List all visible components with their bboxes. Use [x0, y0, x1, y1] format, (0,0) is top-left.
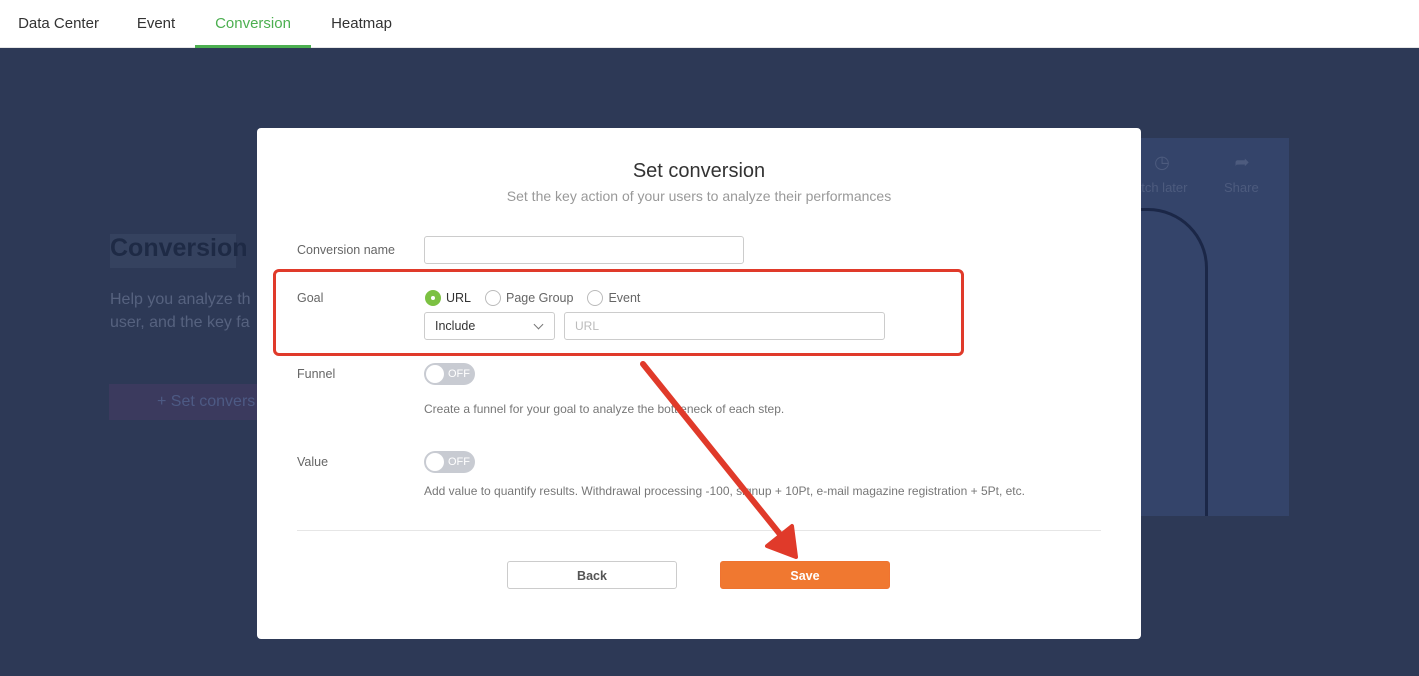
back-button[interactable]: Back: [507, 561, 677, 589]
toggle-state: OFF: [448, 456, 470, 468]
tab-label: Conversion: [215, 15, 291, 32]
tab-data-center[interactable]: Data Center: [0, 0, 117, 48]
set-conversion-button: + Set convers: [109, 384, 269, 420]
toggle-knob: [426, 453, 444, 471]
modal-subtitle: Set the key action of your users to anal…: [506, 188, 892, 204]
top-nav: Data Center Event Conversion Heatmap: [0, 0, 1419, 48]
save-button[interactable]: Save: [720, 561, 890, 589]
tab-label: Event: [136, 15, 176, 32]
page-description-line: user, and the key fa: [110, 314, 250, 331]
goal-highlight-box: [273, 269, 964, 356]
video-illustration: [1138, 208, 1208, 516]
tab-event[interactable]: Event: [117, 0, 195, 48]
share-label: Share: [1224, 180, 1259, 195]
value-toggle[interactable]: OFF: [424, 451, 475, 473]
toggle-knob: [426, 365, 444, 383]
value-label: Value: [297, 455, 329, 469]
funnel-toggle[interactable]: OFF: [424, 363, 475, 385]
tab-label: Heatmap: [331, 15, 392, 32]
modal-title: Set conversion: [632, 160, 766, 182]
share-icon: ➦: [1234, 152, 1250, 172]
active-tab-underline: [195, 45, 311, 48]
funnel-hint: Create a funnel for your goal to analyze…: [424, 402, 785, 416]
clock-icon: ◷: [1154, 152, 1170, 172]
page-description-line: Help you analyze th: [110, 291, 251, 308]
tab-heatmap[interactable]: Heatmap: [311, 0, 412, 48]
set-conversion-modal: Set conversion Set the key action of you…: [257, 128, 1141, 639]
tab-label: Data Center: [18, 15, 99, 32]
modal-divider: [297, 530, 1101, 531]
conversion-name-label: Conversion name: [297, 243, 395, 257]
toggle-state: OFF: [448, 368, 470, 380]
funnel-label: Funnel: [297, 367, 336, 381]
page-description: Help you analyze th user, and the key fa: [110, 288, 260, 334]
value-hint: Add value to quantify results. Withdrawa…: [424, 484, 1025, 498]
watch-later-label: atch later: [1138, 180, 1188, 195]
conversion-name-input[interactable]: [424, 236, 744, 264]
tab-conversion[interactable]: Conversion: [195, 0, 311, 48]
tutorial-video: ◷ atch later ➦ Share: [1138, 138, 1289, 516]
page-title: Conversion: [110, 234, 248, 262]
